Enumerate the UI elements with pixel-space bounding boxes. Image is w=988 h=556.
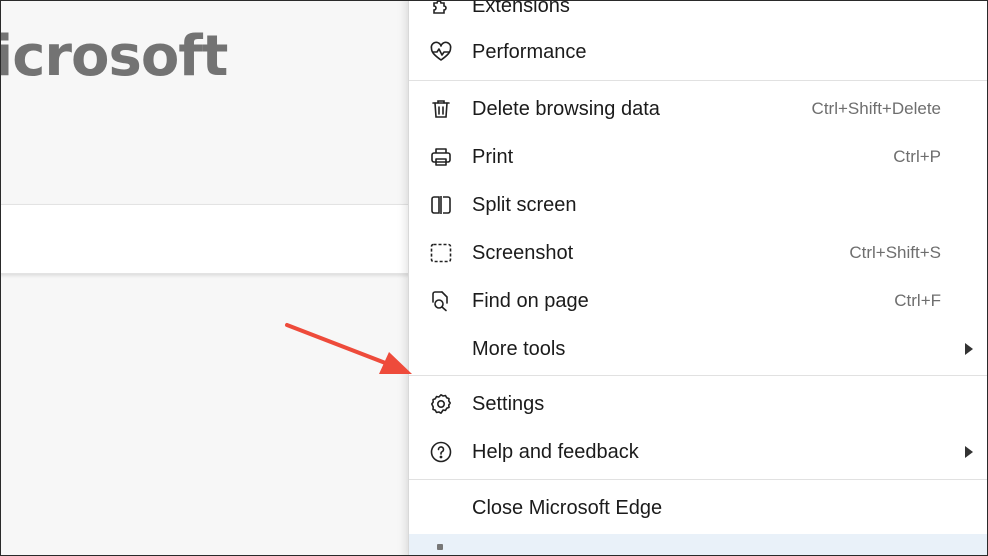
menu-item-find-on-page[interactable]: Find on page Ctrl+F xyxy=(409,279,988,323)
menu-item-label: Help and feedback xyxy=(472,441,639,463)
menu-divider xyxy=(409,375,988,376)
menu-item-shortcut: Ctrl+Shift+S xyxy=(849,243,941,262)
search-box[interactable] xyxy=(0,204,440,274)
menu-item-close-microsoft-edge[interactable]: Close Microsoft Edge xyxy=(409,486,988,530)
menu-item-performance[interactable]: Performance xyxy=(409,30,988,74)
printer-icon xyxy=(429,145,453,169)
menu-divider xyxy=(409,80,988,81)
menu-item-label: Settings xyxy=(472,393,545,415)
menu-item-delete-browsing-data[interactable]: Delete browsing data Ctrl+Shift+Delete xyxy=(409,87,988,131)
menu-item-label: Close Microsoft Edge xyxy=(472,497,663,519)
browser-settings-menu: Extensions Performance Delete browsing d… xyxy=(408,0,988,556)
help-icon xyxy=(429,440,453,464)
heartbeat-icon xyxy=(429,40,453,64)
menu-item-shortcut: Ctrl+Shift+Delete xyxy=(811,99,941,118)
menu-item-shortcut: Ctrl+P xyxy=(893,147,941,166)
menu-divider xyxy=(409,479,988,480)
puzzle-icon xyxy=(429,0,453,18)
brand-logo-text: icrosoft xyxy=(0,24,228,89)
screenshot-scissors-icon xyxy=(429,241,453,265)
partial-icon xyxy=(437,544,443,550)
menu-item-label: Find on page xyxy=(472,290,589,312)
trash-icon xyxy=(429,97,453,121)
menu-item-split-screen[interactable]: Split screen xyxy=(409,183,988,227)
menu-item-label: Extensions xyxy=(472,0,570,17)
menu-item-label: Print xyxy=(472,146,514,168)
menu-item-highlighted-partial[interactable] xyxy=(409,534,988,556)
menu-item-extensions[interactable]: Extensions xyxy=(409,0,988,28)
menu-item-print[interactable]: Print Ctrl+P xyxy=(409,135,988,179)
menu-item-label: Split screen xyxy=(472,194,577,216)
split-screen-icon xyxy=(429,193,453,217)
menu-item-label: Screenshot xyxy=(472,242,574,264)
menu-item-shortcut: Ctrl+F xyxy=(894,291,941,310)
menu-item-label: Delete browsing data xyxy=(472,98,660,120)
menu-item-help-and-feedback[interactable]: Help and feedback xyxy=(409,430,988,474)
menu-item-settings[interactable]: Settings xyxy=(409,382,988,426)
find-page-icon xyxy=(429,289,453,313)
chevron-right-icon xyxy=(965,343,973,355)
menu-item-label: More tools xyxy=(472,338,566,360)
gear-icon xyxy=(429,392,453,416)
menu-item-label: Performance xyxy=(472,41,587,63)
menu-item-more-tools[interactable]: More tools xyxy=(409,327,988,371)
chevron-right-icon xyxy=(965,446,973,458)
menu-item-screenshot[interactable]: Screenshot Ctrl+Shift+S xyxy=(409,231,988,275)
